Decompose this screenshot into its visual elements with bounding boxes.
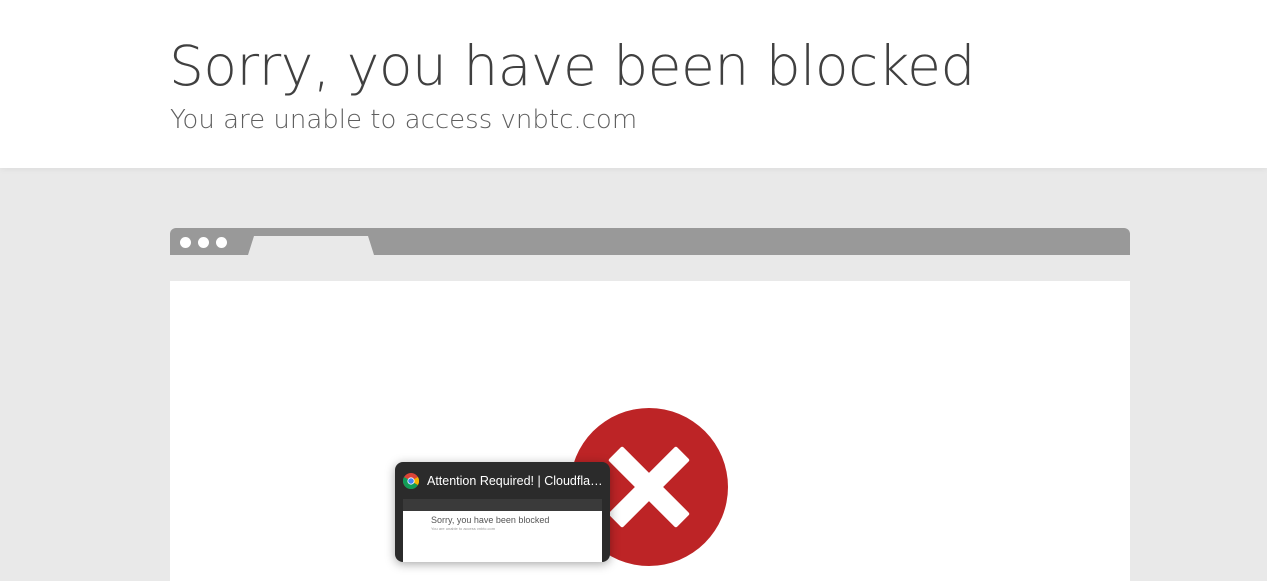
tab-preview-thumbnail: Sorry, you have been blocked You are una… xyxy=(403,499,602,562)
browser-dot-icon xyxy=(216,237,227,248)
thumbnail-page: Sorry, you have been blocked You are una… xyxy=(403,511,602,562)
tab-preview-title: Attention Required! | Cloudflar... xyxy=(427,474,603,488)
thumbnail-title: Sorry, you have been blocked xyxy=(431,515,550,525)
chrome-icon xyxy=(403,473,419,489)
tab-preview-popup[interactable]: Attention Required! | Cloudflar... Sorry… xyxy=(395,462,610,562)
browser-illustration-bar xyxy=(170,228,1130,255)
page-header: Sorry, you have been blocked You are una… xyxy=(0,0,1267,168)
thumbnail-subtitle: You are unable to access vnbtc.com xyxy=(431,526,496,531)
browser-dot-icon xyxy=(198,237,209,248)
page-subtitle: You are unable to access vnbtc.com xyxy=(170,105,638,135)
browser-tab-icon xyxy=(248,236,374,255)
thumbnail-toolbar xyxy=(403,499,602,511)
browser-dot-icon xyxy=(180,237,191,248)
page-title: Sorry, you have been blocked xyxy=(169,34,975,98)
